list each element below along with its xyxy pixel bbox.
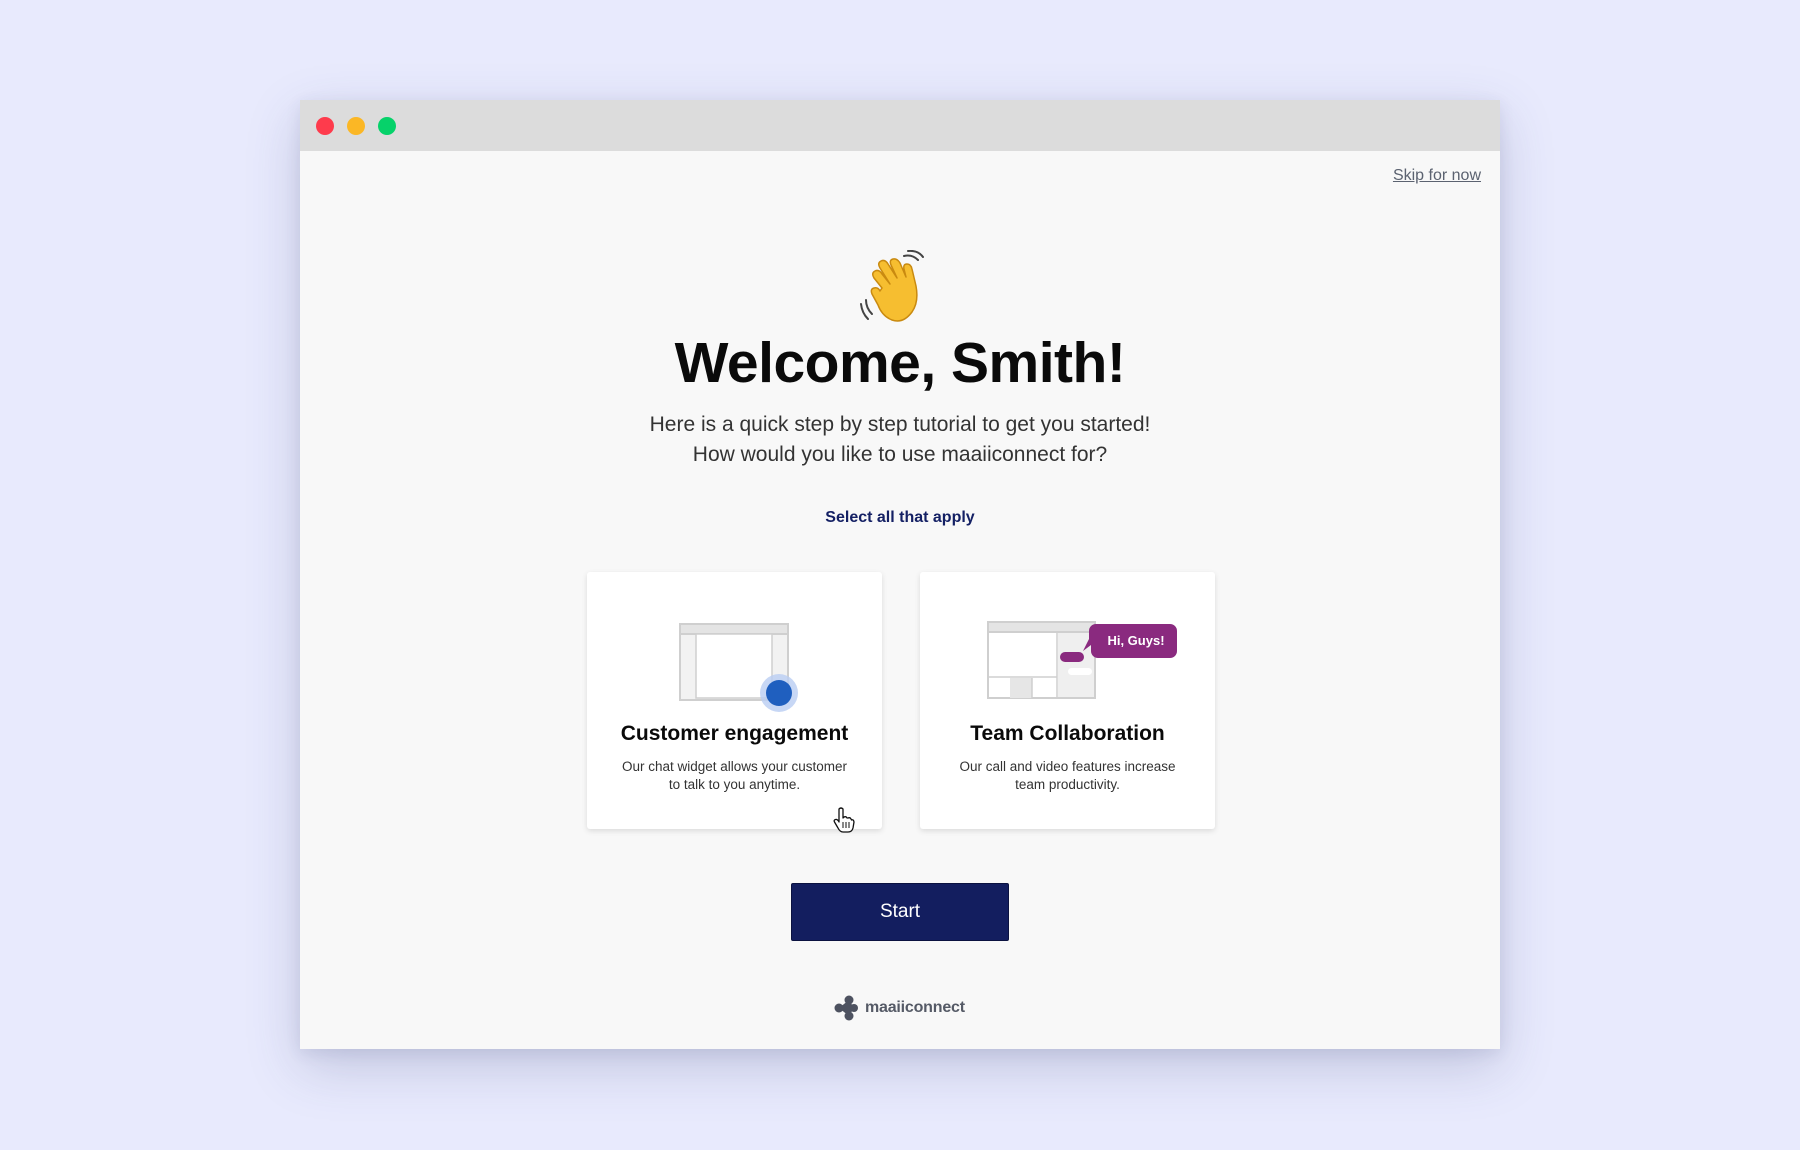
- card-description: Our call and video features increase tea…: [940, 758, 1195, 794]
- waving-hand-icon: [860, 250, 924, 322]
- minimize-window-button[interactable]: [347, 117, 365, 135]
- card-description: Our chat widget allows your customer to …: [607, 758, 862, 794]
- skip-for-now-link[interactable]: Skip for now: [1393, 167, 1481, 185]
- chat-bubble-text: Hi, Guys!: [1107, 633, 1164, 648]
- card-desc-line-2: to talk to you anytime.: [668, 777, 801, 792]
- card-desc-line-2: team productivity.: [1015, 777, 1120, 792]
- team-chat-illustration: Hi, Guys!: [987, 621, 1177, 699]
- start-button[interactable]: Start: [791, 883, 1009, 941]
- subtitle-line-1: Here is a quick step by step tutorial to…: [649, 413, 1151, 436]
- welcome-subtitle: Here is a quick step by step tutorial to…: [300, 410, 1500, 470]
- team-collaboration-card[interactable]: Hi, Guys! Team Collaboration Our call an…: [920, 572, 1215, 829]
- window-titlebar: [300, 100, 1500, 151]
- close-window-button[interactable]: [316, 117, 334, 135]
- brand-name: maaiiconnect: [865, 999, 965, 1016]
- select-all-hint: Select all that apply: [825, 509, 975, 526]
- welcome-title: Welcome, Smith!: [674, 331, 1126, 395]
- card-title: Team Collaboration: [970, 722, 1165, 745]
- maaiiconnect-logo-icon: [834, 995, 858, 1021]
- card-desc-line-1: Our call and video features increase: [959, 759, 1176, 774]
- subtitle-line-2: How would you like to use maaiiconnect f…: [692, 443, 1108, 466]
- customer-engagement-card[interactable]: Customer engagement Our chat widget allo…: [587, 572, 882, 829]
- hand-pointer-cursor-icon: [833, 807, 855, 833]
- maximize-window-button[interactable]: [378, 117, 396, 135]
- card-title: Customer engagement: [620, 722, 849, 745]
- card-desc-line-1: Our chat widget allows your customer: [621, 759, 848, 774]
- app-window: Skip for now Welcome, Smith! Here is a q…: [300, 100, 1500, 1049]
- chat-widget-illustration: [679, 623, 798, 712]
- brand-logo: maaiiconnect: [833, 995, 965, 1021]
